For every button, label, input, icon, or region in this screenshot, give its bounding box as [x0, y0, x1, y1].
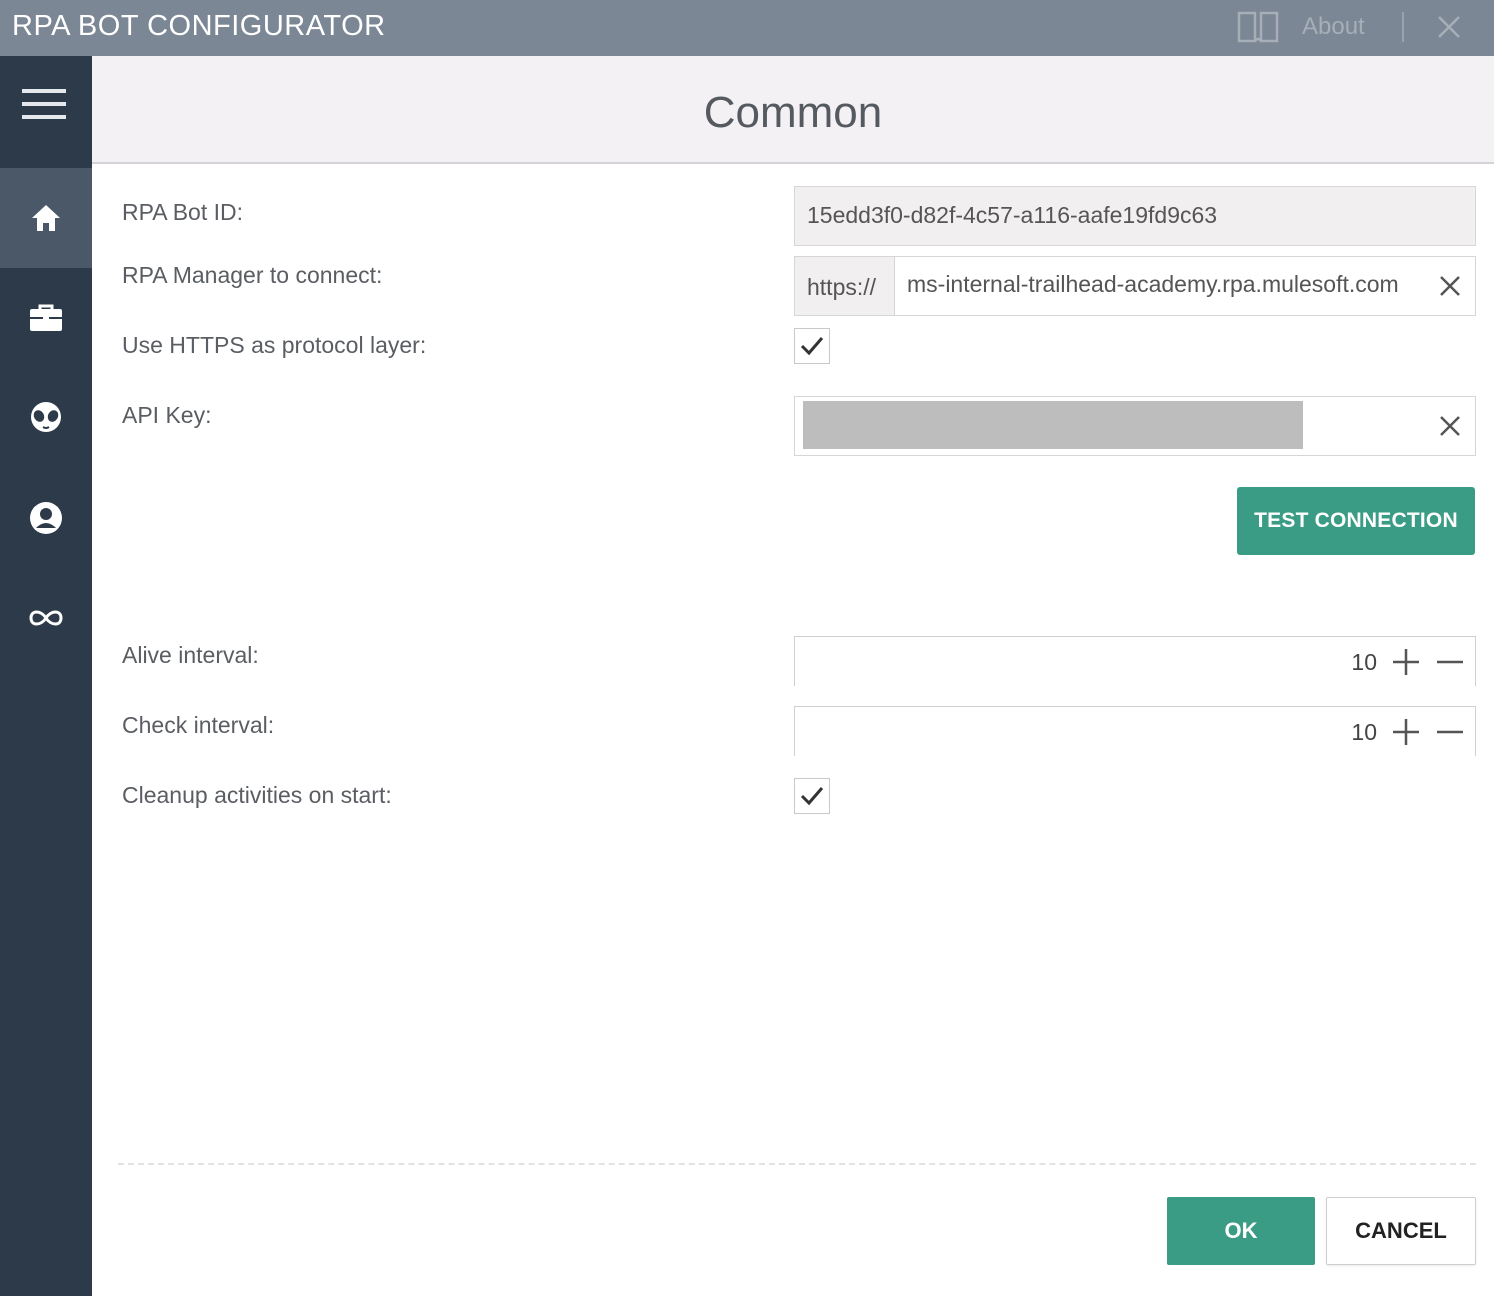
user-circle-icon [30, 502, 62, 534]
infinity-icon [29, 610, 63, 626]
checkmark-icon [800, 337, 824, 356]
book-icon[interactable] [1236, 10, 1280, 44]
alive-interval-value[interactable]: 10 [1351, 649, 1377, 676]
sidebar-item-home[interactable] [0, 168, 92, 268]
sidebar [0, 56, 92, 1296]
hamburger-menu-icon [22, 89, 66, 119]
footer-divider [118, 1163, 1476, 1165]
api-key-field[interactable] [794, 396, 1476, 456]
check-interval-label: Check interval: [122, 712, 275, 738]
api-key-label: API Key: [122, 402, 212, 428]
titlebar-separator [1402, 12, 1404, 42]
alien-icon [31, 402, 61, 432]
alive-interval-label: Alive interval: [122, 642, 259, 668]
bot-id-field: 15edd3f0-d82f-4c57-a116-aafe19fd9c63 [794, 186, 1476, 246]
cancel-button[interactable]: CANCEL [1326, 1197, 1476, 1265]
clear-manager-icon[interactable] [1437, 273, 1463, 299]
url-prefix: https:// [795, 257, 895, 315]
minus-icon[interactable] [1435, 647, 1465, 677]
url-prefix-text: https:// [807, 274, 877, 300]
sidebar-item-briefcase[interactable] [0, 268, 92, 368]
hamburger-menu-button[interactable] [0, 56, 92, 168]
sidebar-item-user[interactable] [0, 468, 92, 568]
page-header: Common [92, 56, 1494, 164]
use-https-checkbox[interactable] [794, 328, 830, 364]
home-icon [32, 205, 60, 231]
ok-button[interactable]: OK [1167, 1197, 1315, 1265]
close-icon[interactable] [1434, 12, 1464, 42]
briefcase-icon [30, 304, 62, 331]
title-bar: RPA BOT CONFIGURATOR About [0, 0, 1494, 56]
plus-icon[interactable] [1391, 647, 1421, 677]
use-https-label: Use HTTPS as protocol layer: [122, 332, 427, 358]
bot-id-label: RPA Bot ID: [122, 199, 244, 225]
sidebar-item-infinity[interactable] [0, 568, 92, 668]
app-title: RPA BOT CONFIGURATOR [12, 10, 386, 42]
cleanup-label: Cleanup activities on start: [122, 782, 392, 808]
manager-url-field[interactable]: https:// ms-internal-trailhead-academy.r… [794, 256, 1476, 316]
plus-icon[interactable] [1391, 717, 1421, 747]
clear-api-key-icon[interactable] [1437, 413, 1463, 439]
checkmark-icon [800, 787, 824, 806]
cleanup-checkbox[interactable] [794, 778, 830, 814]
test-connection-button[interactable]: TEST CONNECTION [1237, 487, 1475, 555]
api-key-redacted [803, 401, 1303, 449]
alive-interval-stepper[interactable]: 10 [794, 636, 1476, 686]
check-interval-value[interactable]: 10 [1351, 719, 1377, 746]
check-interval-stepper[interactable]: 10 [794, 706, 1476, 756]
sidebar-item-alien[interactable] [0, 368, 92, 468]
manager-url-value[interactable]: ms-internal-trailhead-academy.rpa.muleso… [907, 271, 1399, 298]
minus-icon[interactable] [1435, 717, 1465, 747]
page-title: Common [703, 88, 883, 137]
manager-label: RPA Manager to connect: [122, 262, 383, 288]
bot-id-value: 15edd3f0-d82f-4c57-a116-aafe19fd9c63 [807, 202, 1218, 228]
about-link[interactable]: About [1302, 13, 1365, 41]
